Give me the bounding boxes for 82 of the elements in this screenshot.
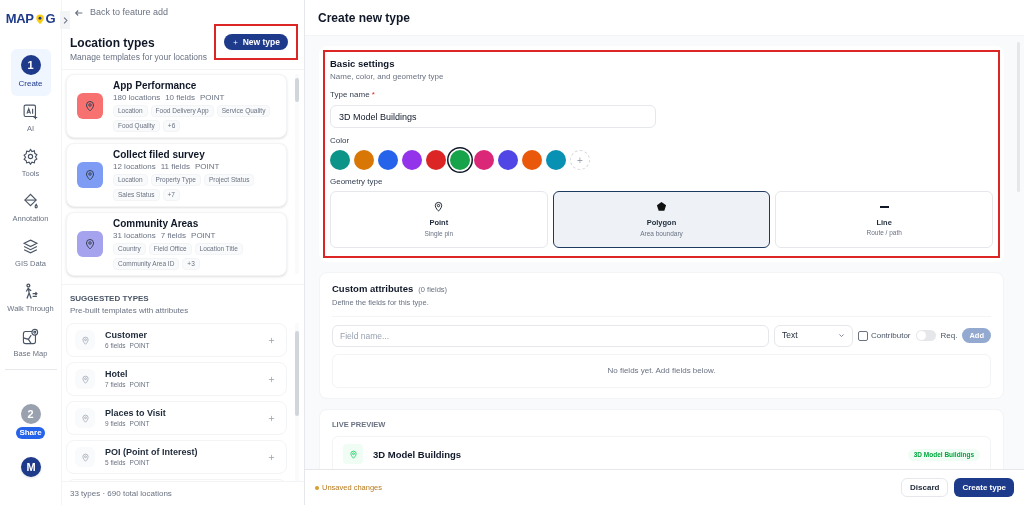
- plus-icon: [266, 374, 276, 384]
- type-name: Collect filed survey: [113, 149, 206, 161]
- panel-subtitle: Manage templates for your locations: [70, 51, 208, 64]
- field-label: Color: [330, 135, 351, 148]
- pentagon-icon: [656, 201, 667, 213]
- color-swatch[interactable]: [402, 150, 422, 171]
- settings-icon: [22, 147, 39, 165]
- chevron-down-icon: [837, 332, 845, 340]
- ai-icon: [22, 102, 39, 120]
- plus-icon: [266, 335, 276, 345]
- arrow-left-icon: [74, 8, 84, 18]
- pin-icon: [34, 12, 45, 26]
- required-toggle[interactable]: [915, 330, 936, 342]
- expand-button[interactable]: [60, 11, 70, 29]
- step-tab[interactable]: 1 Create: [10, 49, 51, 96]
- section-subtitle: Pre-built templates with attributes: [70, 305, 190, 317]
- color-swatch[interactable]: [330, 150, 350, 171]
- field-count: 7 fields: [160, 230, 187, 241]
- field-label: Geometry type: [330, 176, 384, 189]
- type-name: App Performance: [113, 80, 198, 92]
- color-swatch[interactable]: [522, 150, 542, 171]
- logo-text: MAP: [5, 10, 34, 29]
- logo-text: G: [45, 10, 56, 29]
- geometry-label: POINT: [191, 230, 216, 241]
- section-title: Basic settings: [330, 57, 396, 71]
- type-name: Community Areas: [113, 218, 200, 230]
- color-swatch[interactable]: [474, 150, 494, 171]
- location-count: 12 locations: [113, 161, 156, 172]
- location-count: 31 locations: [113, 230, 156, 241]
- color-swatch[interactable]: [450, 150, 470, 171]
- color-swatch[interactable]: [426, 150, 446, 171]
- color-swatch[interactable]: [354, 150, 374, 171]
- type-name: Customer: [105, 329, 148, 341]
- preview-name: 3D Model Buildings: [373, 448, 463, 462]
- pin-icon: [84, 100, 96, 112]
- section-subtitle: Name, color, and geometry type: [330, 71, 445, 84]
- avatar[interactable]: M: [21, 457, 41, 477]
- pin-icon: [75, 447, 95, 467]
- field-count: 10 fields: [165, 92, 195, 103]
- layers-icon: [22, 237, 39, 255]
- chevron-right-icon: [61, 16, 69, 24]
- map-icon: [22, 327, 39, 345]
- create-type-button[interactable]: Create type: [954, 478, 1014, 497]
- color-swatch[interactable]: [378, 150, 398, 171]
- type-name-field[interactable]: 3D Model Buildings: [330, 105, 656, 129]
- color-swatch[interactable]: [498, 150, 518, 171]
- empty-message: No fields yet. Add fields below.: [607, 364, 716, 377]
- pin-icon: [75, 408, 95, 428]
- field-label: Type name: [330, 90, 370, 100]
- scrollbar[interactable]: [295, 323, 299, 481]
- location-count: 180 locations: [113, 92, 161, 103]
- pin-icon: [75, 330, 95, 350]
- step-tab[interactable]: 2 Share: [10, 398, 51, 445]
- color-swatch[interactable]: [546, 150, 566, 171]
- plus-icon: [231, 38, 239, 46]
- geometry-label: POINT: [199, 92, 225, 103]
- field-count: 11 fields: [160, 161, 190, 172]
- geometry-label: POINT: [194, 161, 220, 172]
- pin-icon: [84, 169, 96, 181]
- field-name-input[interactable]: Field name...: [332, 324, 769, 347]
- back-link[interactable]: Back to feature add: [74, 6, 169, 20]
- pin-icon: [343, 444, 363, 464]
- discard-button[interactable]: Discard: [901, 478, 949, 497]
- pin-icon: [75, 369, 95, 389]
- panel-title: Location types: [70, 36, 156, 50]
- type-name: Hotel: [105, 368, 129, 380]
- section-heading: SUGGESTED TYPES: [70, 293, 150, 305]
- pin-icon: [433, 201, 445, 213]
- new-type-button[interactable]: New type: [223, 34, 288, 50]
- page-title: Create new type: [318, 9, 411, 27]
- contributor-checkbox[interactable]: Contributor: [857, 329, 911, 342]
- type-summary: 33 types · 690 total locations: [70, 487, 172, 500]
- required-mark: *: [371, 90, 375, 100]
- type-name: Places to Visit: [105, 407, 167, 419]
- plus-icon: [266, 452, 276, 462]
- toggle-label: Req.: [940, 329, 958, 342]
- section-title: Custom attributes: [332, 282, 414, 297]
- plus-icon: [266, 413, 276, 423]
- type-select[interactable]: Text: [773, 324, 853, 347]
- type-name: POI (Point of Interest): [105, 446, 199, 458]
- paint-bucket-icon: [22, 192, 39, 210]
- pin-icon: [84, 238, 96, 250]
